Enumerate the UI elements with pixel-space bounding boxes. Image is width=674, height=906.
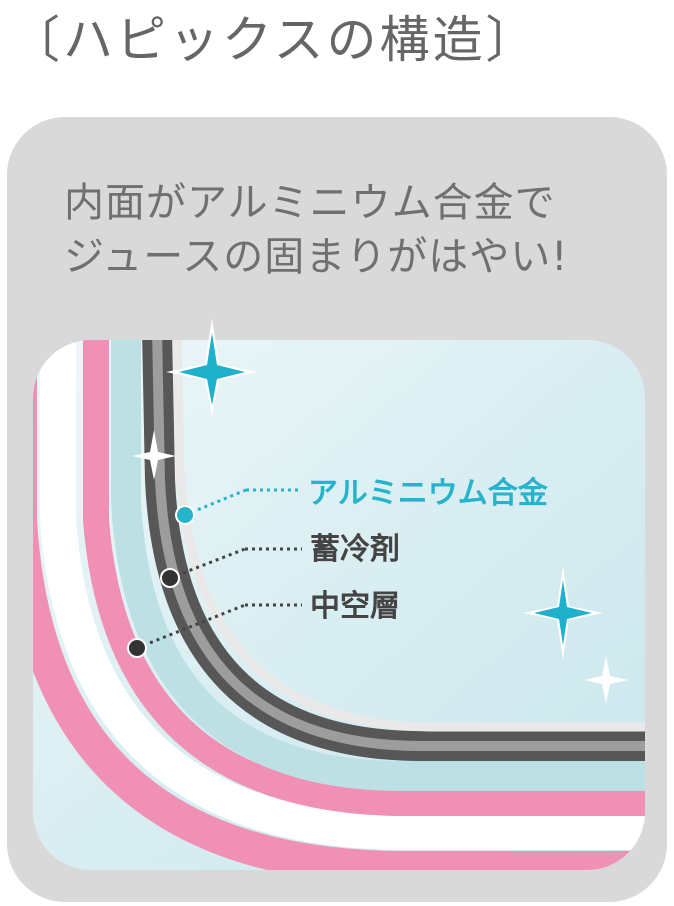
coolant-marker-dot [160, 568, 180, 588]
alloy-marker-dot [175, 505, 195, 525]
coolant-label: 蓄冷剤 [310, 532, 400, 567]
alloy-label: アルミニウム合金 [308, 476, 548, 511]
hollow-label: 中空層 [310, 589, 400, 624]
cross-section-diagram [33, 318, 645, 870]
hollow-marker-dot [127, 638, 147, 658]
